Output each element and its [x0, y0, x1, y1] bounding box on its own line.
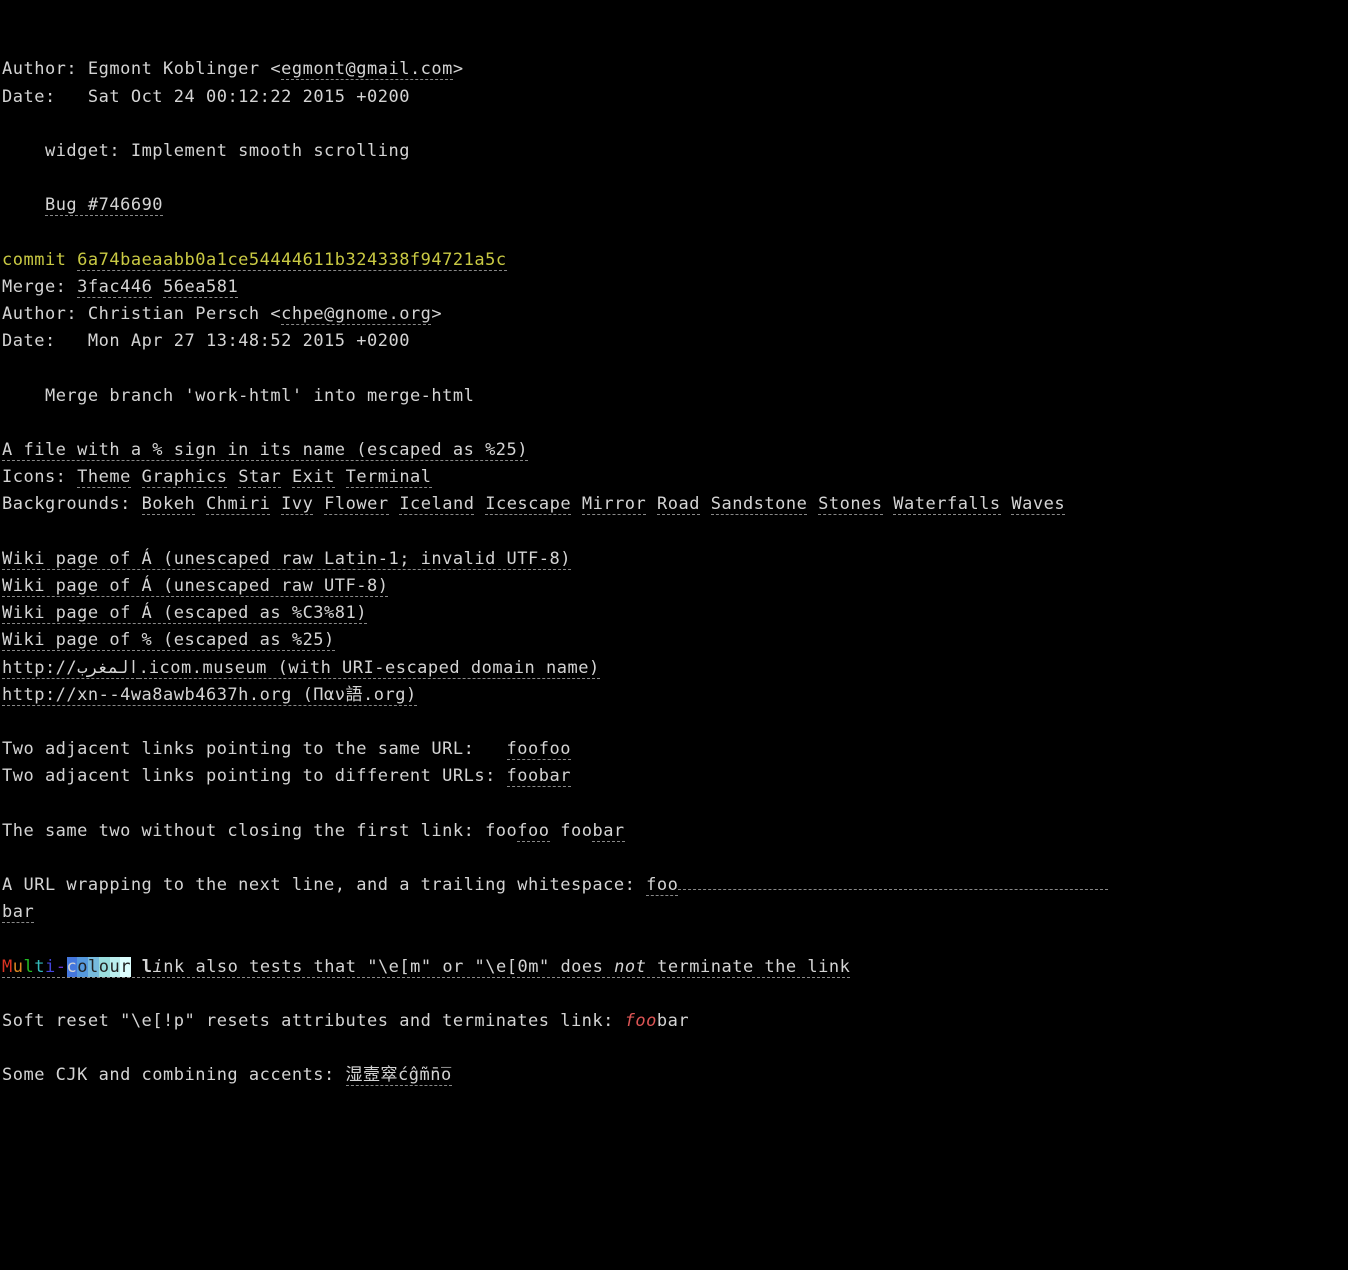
author-name: Egmont Koblinger < — [77, 59, 281, 79]
commit-message-2: Merge branch 'work-html' into merge-html — [2, 386, 474, 406]
same-url-label: Two adjacent links pointing to the same … — [2, 739, 507, 759]
bg-link[interactable]: Road — [657, 494, 700, 515]
backgrounds-label: Backgrounds: — [2, 494, 142, 514]
multi-colour-link[interactable]: Multi-colour link also tests that "\e[m"… — [2, 957, 850, 978]
author-label: Author: — [2, 59, 77, 79]
merge-hash1-link[interactable]: 3fac446 — [77, 277, 152, 298]
icons-label: Icons: — [2, 467, 77, 487]
bug-prefix — [2, 195, 45, 215]
bg-link[interactable]: Stones — [818, 494, 882, 515]
author-email-link[interactable]: egmont@gmail.com — [281, 59, 453, 80]
date-label-2: Date: — [2, 331, 77, 351]
diff-url-label: Two adjacent links pointing to different… — [2, 766, 507, 786]
diff-url-link[interactable]: foobar — [507, 766, 571, 787]
icon-graphics-link[interactable]: Graphics — [142, 467, 228, 488]
merge-hash2-link[interactable]: 56ea581 — [163, 277, 238, 298]
wrap-bar-link[interactable]: bar — [2, 902, 34, 923]
bg-link[interactable]: Ivy — [281, 494, 313, 515]
date-value: Sat Oct 24 00:12:22 2015 +0200 — [77, 87, 410, 107]
no-close-bar-link[interactable]: bar — [592, 821, 624, 842]
author-label-2: Author: — [2, 304, 77, 324]
cjk-label: Some CJK and combining accents: — [2, 1065, 346, 1085]
merge-label: Merge: — [2, 277, 77, 297]
icon-exit-link[interactable]: Exit — [292, 467, 335, 488]
no-close-foo-link[interactable]: foo — [517, 821, 549, 842]
museum-link-b[interactable]: .icom.museum (with URI-escaped domain na… — [139, 658, 600, 679]
bg-link[interactable]: Mirror — [582, 494, 646, 515]
wiki-link-2[interactable]: Wiki page of Á (unescaped raw UTF-8) — [2, 576, 388, 597]
wrap-foo-link[interactable]: foo — [646, 875, 678, 896]
bg-link[interactable]: Bokeh — [142, 494, 196, 515]
wiki-link-3[interactable]: Wiki page of Á (escaped as %C3%81) — [2, 603, 367, 624]
idn-link[interactable]: http://xn--4wa8awb4637h.org (Παν語.org) — [2, 685, 417, 706]
commit-label: commit — [2, 250, 77, 270]
author-close: > — [453, 59, 464, 79]
icon-star-link[interactable]: Star — [238, 467, 281, 488]
same-url-link[interactable]: foofoo — [507, 739, 571, 760]
no-close-label: The same two without closing the first l… — [2, 821, 517, 841]
soft-reset-label: Soft reset "\e[!p" resets attributes and… — [2, 1011, 625, 1031]
bg-link[interactable]: Flower — [324, 494, 388, 515]
bug-link[interactable]: Bug #746690 — [45, 195, 163, 216]
author-email-link-2[interactable]: chpe@gnome.org — [281, 304, 431, 325]
bg-link[interactable]: Iceland — [399, 494, 474, 515]
commit-hash-link[interactable]: 6a74baeaabb0a1ce54444611b324338f94721a5c — [77, 250, 506, 271]
bg-link[interactable]: Waves — [1011, 494, 1065, 515]
icon-theme-link[interactable]: Theme — [77, 467, 131, 488]
date-value-2: Mon Apr 27 13:48:52 2015 +0200 — [77, 331, 410, 351]
icon-terminal-link[interactable]: Terminal — [346, 467, 432, 488]
reset-foo: foo — [625, 1011, 657, 1031]
wiki-link-1[interactable]: Wiki page of Á (unescaped raw Latin-1; i… — [2, 549, 571, 570]
museum-link-a[interactable]: http://المغرب — [2, 658, 139, 679]
reset-bar: bar — [657, 1011, 689, 1031]
commit-message: widget: Implement smooth scrolling — [2, 141, 410, 161]
bg-link[interactable]: Waterfalls — [893, 494, 1000, 515]
cjk-link[interactable]: 湿壼窣ćĝm̃n̄o̅ — [346, 1065, 452, 1086]
bg-link[interactable]: Sandstone — [711, 494, 808, 515]
wiki-link-4[interactable]: Wiki page of % (escaped as %25) — [2, 630, 335, 651]
file-link[interactable]: A file with a % sign in its name (escape… — [2, 440, 528, 461]
bg-link[interactable]: Icescape — [485, 494, 571, 515]
terminal-output: Author: Egmont Koblinger <egmont@gmail.c… — [2, 56, 1346, 1089]
date-label: Date: — [2, 87, 77, 107]
bg-link[interactable]: Chmiri — [206, 494, 270, 515]
wrap-label: A URL wrapping to the next line, and a t… — [2, 875, 646, 895]
author-name-2: Christian Persch < — [77, 304, 281, 324]
